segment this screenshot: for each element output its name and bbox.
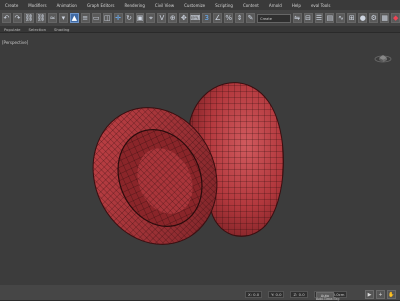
undo-icon[interactable]: ↶: [2, 13, 11, 23]
curve-editor-icon[interactable]: ∿: [336, 13, 346, 23]
yoyo-mesh[interactable]: [0, 33, 400, 286]
bind-space-warp-icon[interactable]: ≈: [47, 13, 57, 23]
unlink-icon[interactable]: ⛓: [35, 13, 46, 23]
select-manipulate-icon[interactable]: ✥: [179, 13, 189, 23]
schematic-view-icon[interactable]: ⊞: [347, 13, 357, 23]
ribbon-tab-shading[interactable]: Shading: [54, 27, 69, 32]
menu-arnold[interactable]: Arnold: [264, 3, 287, 8]
menu-civil-view[interactable]: Civil View: [150, 3, 179, 8]
mirror-icon[interactable]: ⇋: [292, 13, 302, 23]
y-coordinate[interactable]: Y: 0.0: [268, 291, 285, 298]
reference-coordinate-icon[interactable]: V: [157, 13, 167, 23]
toggle-scene-explorer-icon[interactable]: ▤: [325, 13, 335, 23]
align-icon[interactable]: ⊟: [303, 13, 313, 23]
pivot-center-icon[interactable]: ⊕: [168, 13, 178, 23]
percent-snap-icon[interactable]: %: [224, 13, 234, 23]
menu-graph-editors[interactable]: Graph Editors: [82, 3, 119, 8]
rectangular-selection-icon[interactable]: ▭: [91, 13, 101, 23]
rendered-frame-icon[interactable]: ▦: [380, 13, 390, 23]
menu-content[interactable]: Content: [238, 3, 264, 8]
menu-modifiers[interactable]: Modifiers: [23, 3, 51, 8]
selection-filter-icon[interactable]: ▾: [58, 13, 68, 23]
playback-controls: ▶ + ✋: [365, 290, 396, 299]
menu-scripting[interactable]: Scripting: [210, 3, 238, 8]
z-coordinate[interactable]: Z: 0.0: [290, 291, 308, 298]
play-icon[interactable]: ▶: [365, 290, 374, 299]
menu-create[interactable]: Create: [0, 3, 23, 8]
menu-customize[interactable]: Customize: [179, 3, 210, 8]
menu-eval-tools[interactable]: eval Tools: [306, 3, 336, 8]
x-coordinate[interactable]: X: 0.0: [245, 291, 263, 298]
named-selection-icon[interactable]: ✎: [246, 13, 256, 23]
render-production-icon[interactable]: ◆: [391, 13, 400, 23]
ribbon-tab-populate[interactable]: Populate: [4, 27, 21, 32]
main-toolbar: ↶ ↷ ⛓ ⛓ ≈ ▾ ▲ ≡ ▭ ◫ ✛ ↻ ▣ ⌖ V ⊕ ✥ ⌨ 3 ∠ …: [0, 10, 400, 30]
selection-set-dropdown[interactable]: Create Selection Se: [257, 13, 291, 30]
select-rotate-icon[interactable]: ↻: [124, 13, 134, 23]
select-place-icon[interactable]: ⌖: [146, 13, 156, 23]
time-tag-label[interactable]: Add Time Tag: [316, 297, 340, 301]
angle-snap-icon[interactable]: ∠: [213, 13, 223, 23]
menu-rendering[interactable]: Rendering: [119, 3, 149, 8]
menu-help[interactable]: Help: [287, 3, 306, 8]
select-by-name-icon[interactable]: ≡: [80, 13, 90, 23]
pan-icon[interactable]: ✋: [387, 290, 396, 299]
keyboard-shortcut-icon[interactable]: ⌨: [190, 13, 200, 23]
link-icon[interactable]: ⛓: [23, 13, 34, 23]
select-object-icon[interactable]: ▲: [69, 13, 79, 23]
perspective-viewport[interactable]: [Perspective]: [0, 32, 400, 286]
menu-animation[interactable]: Animation: [52, 3, 82, 8]
snaps-toggle-icon[interactable]: 3: [202, 13, 212, 23]
render-setup-icon[interactable]: ⚙: [369, 13, 379, 23]
menu-bar: Create Modifiers Animation Graph Editors…: [0, 0, 400, 10]
material-editor-icon[interactable]: ●: [358, 13, 368, 23]
layer-explorer-icon[interactable]: ☰: [314, 13, 324, 23]
spinner-snap-icon[interactable]: ⇕: [235, 13, 245, 23]
select-scale-icon[interactable]: ▣: [135, 13, 145, 23]
add-icon[interactable]: +: [376, 290, 385, 299]
ribbon-tab-selection[interactable]: Selection: [29, 27, 47, 32]
redo-icon[interactable]: ↷: [12, 13, 22, 23]
window-crossing-icon[interactable]: ◫: [102, 13, 112, 23]
select-move-icon[interactable]: ✛: [113, 13, 123, 23]
